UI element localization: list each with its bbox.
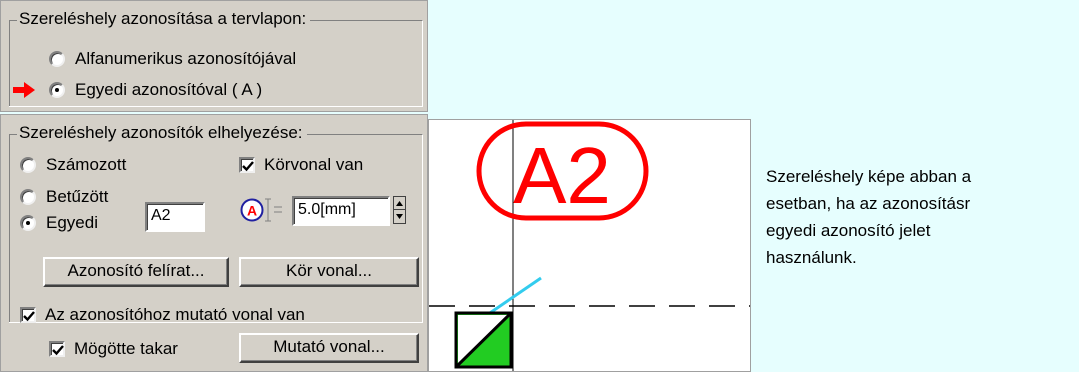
radio-lettered-circle[interactable]	[20, 189, 36, 205]
description-text: Szereléshely képe abban a esetban, ha az…	[766, 167, 972, 267]
radio-unique-label: Egyedi	[46, 213, 98, 232]
radio-numbered-circle[interactable]	[20, 157, 36, 173]
radio-unique-id-circle[interactable]	[49, 82, 65, 98]
preview-canvas: A2	[428, 119, 751, 372]
identification-panel: Szereléshely azonosítása a tervlapon: Al…	[0, 0, 428, 112]
checkmark-icon	[23, 311, 35, 322]
placement-panel: Szereléshely azonosítók elhelyezése: Szá…	[0, 114, 428, 372]
radio-unique-circle[interactable]	[20, 215, 36, 231]
pointer-line-checkbox[interactable]: Az azonosítóhoz mutató vonal van	[20, 305, 305, 325]
radio-lettered[interactable]: Betűzött	[20, 187, 108, 207]
identification-group-title: Szereléshely azonosítása a tervlapon:	[17, 9, 311, 29]
size-spinner[interactable]	[393, 196, 406, 224]
outline-checkbox-box[interactable]	[239, 157, 255, 173]
spin-down-icon[interactable]	[394, 210, 405, 223]
label-button[interactable]: Azonosító felírat...	[43, 257, 229, 287]
pointer-line-checkbox-box[interactable]	[20, 307, 36, 323]
outline-checkbox[interactable]: Körvonal van	[239, 155, 363, 175]
pointer-line-checkbox-label: Az azonosítóhoz mutató vonal van	[45, 305, 305, 324]
checkmark-icon	[52, 345, 64, 356]
size-input[interactable]: 5.0[mm]	[292, 196, 390, 226]
radio-unique-id-label: Egyedi azonosítóval ( A )	[75, 80, 263, 99]
outline-checkbox-label: Körvonal van	[264, 155, 364, 174]
placement-group-title: Szereléshely azonosítók elhelyezése:	[17, 123, 307, 143]
radio-alphanumeric-label: Alfanumerikus azonosítójával	[75, 49, 297, 68]
radio-unique-id[interactable]: Egyedi azonosítóval ( A )	[49, 80, 262, 100]
radio-numbered[interactable]: Számozott	[20, 155, 126, 175]
hide-behind-checkbox-label: Mögötte takar	[74, 339, 178, 358]
circle-line-button[interactable]: Kör vonal...	[239, 257, 419, 287]
radio-alphanumeric[interactable]: Alfanumerikus azonosítójával	[49, 49, 296, 69]
circle-a-height-icon: A	[239, 195, 283, 230]
hide-behind-checkbox-box[interactable]	[49, 341, 65, 357]
radio-alphanumeric-circle[interactable]	[49, 51, 65, 67]
radio-numbered-label: Számozott	[46, 155, 127, 174]
preview-label: A2	[513, 131, 611, 220]
unique-id-input[interactable]: A2	[145, 202, 205, 232]
pointer-line-button[interactable]: Mutató vonal...	[239, 333, 419, 363]
checkmark-icon	[242, 161, 254, 172]
radio-lettered-label: Betűzött	[46, 187, 109, 206]
radio-unique[interactable]: Egyedi	[20, 213, 98, 233]
red-arrow-icon	[13, 82, 35, 103]
hide-behind-checkbox[interactable]: Mögötte takar	[49, 339, 178, 359]
preview-drawing: A2	[429, 120, 750, 371]
svg-text:A: A	[247, 203, 257, 219]
spin-up-icon[interactable]	[394, 197, 405, 210]
